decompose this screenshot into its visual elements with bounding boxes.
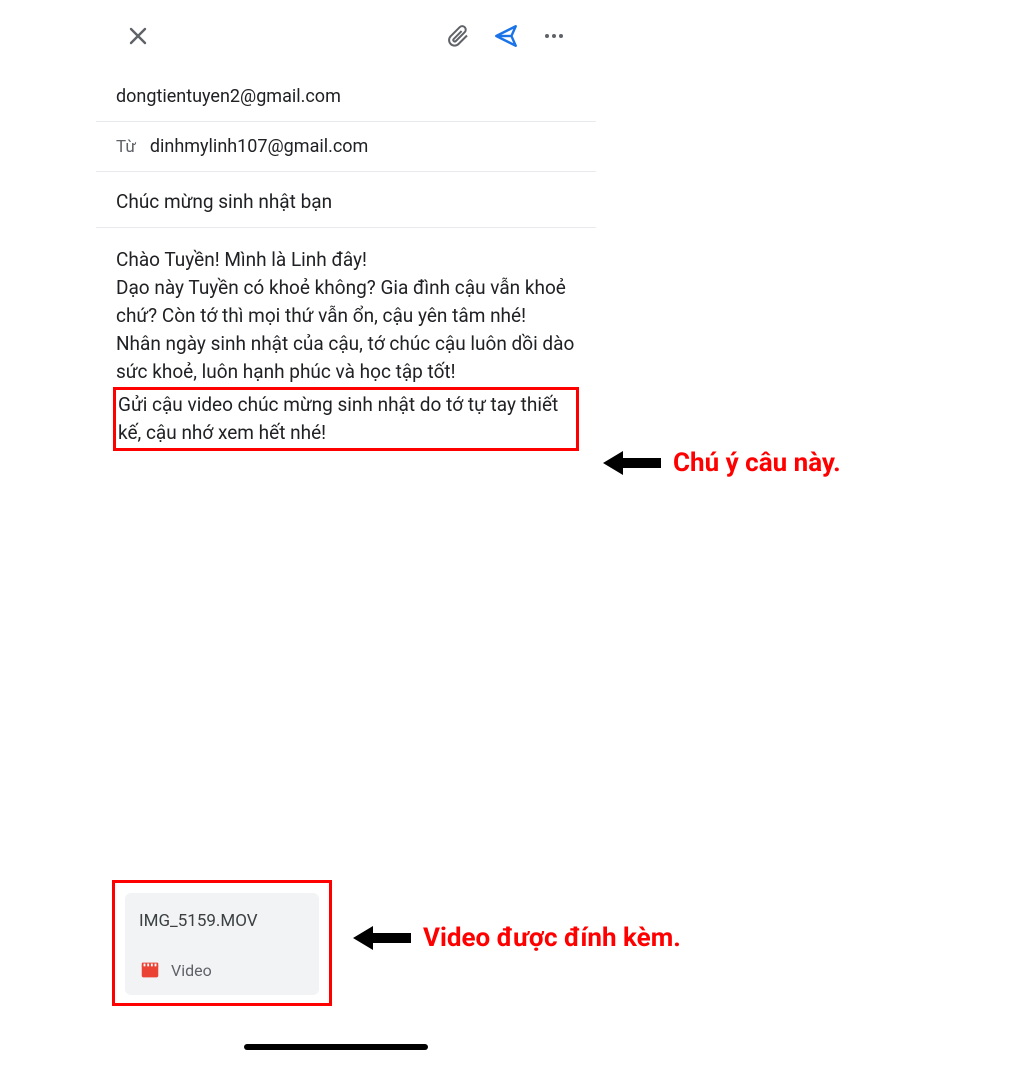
body-field[interactable]: Chào Tuyền! Mình là Linh đây! Dạo này Tu… [96, 228, 596, 459]
subject-text: Chúc mừng sinh nhật bạn [116, 190, 332, 213]
body-line: Nhân ngày sinh nhật của cậu, tớ chúc cậu… [116, 330, 576, 386]
to-field[interactable]: dongtientuyen2@gmail.com [96, 72, 596, 122]
arrow-left-icon [603, 449, 661, 477]
body-line: Chào Tuyền! Mình là Linh đây! [116, 246, 576, 274]
attach-icon [446, 24, 470, 48]
annotation-2: Video được đính kèm. [353, 923, 681, 953]
body-line-highlighted: Gửi cậu video chúc mừng sinh nhật do tớ … [118, 391, 574, 447]
close-button[interactable] [120, 18, 156, 54]
highlight-box: Gửi cậu video chúc mừng sinh nhật do tớ … [113, 387, 579, 451]
body-line: Dạo này Tuyền có khoẻ không? Gia đình cậ… [116, 274, 576, 330]
attachment-type: Video [171, 961, 212, 980]
annotation-text: Chú ý câu này. [673, 448, 841, 478]
attachment-meta: Video [139, 959, 305, 981]
attachment-card[interactable]: IMG_5159.MOV Video [125, 893, 319, 995]
close-icon [126, 24, 150, 48]
compose-toolbar [96, 0, 596, 72]
more-icon [542, 24, 566, 48]
attachment-highlight-box: IMG_5159.MOV Video [112, 880, 332, 1006]
to-address: dongtientuyen2@gmail.com [116, 86, 341, 107]
subject-field[interactable]: Chúc mừng sinh nhật bạn [96, 172, 596, 228]
attach-button[interactable] [440, 18, 476, 54]
attachment-area: IMG_5159.MOV Video [112, 880, 332, 1006]
attachment-filename: IMG_5159.MOV [139, 911, 305, 931]
arrow-left-icon [353, 924, 411, 952]
annotation-1: Chú ý câu này. [603, 448, 841, 478]
send-icon [493, 23, 519, 49]
annotation-text: Video được đính kèm. [423, 923, 681, 953]
video-icon [139, 959, 161, 981]
compose-window: dongtientuyen2@gmail.com Từ dinhmylinh10… [96, 0, 596, 459]
send-button[interactable] [488, 18, 524, 54]
home-indicator [244, 1044, 428, 1050]
more-button[interactable] [536, 18, 572, 54]
from-address: dinhmylinh107@gmail.com [150, 136, 368, 157]
from-label: Từ [116, 137, 136, 157]
from-field[interactable]: Từ dinhmylinh107@gmail.com [96, 122, 596, 172]
